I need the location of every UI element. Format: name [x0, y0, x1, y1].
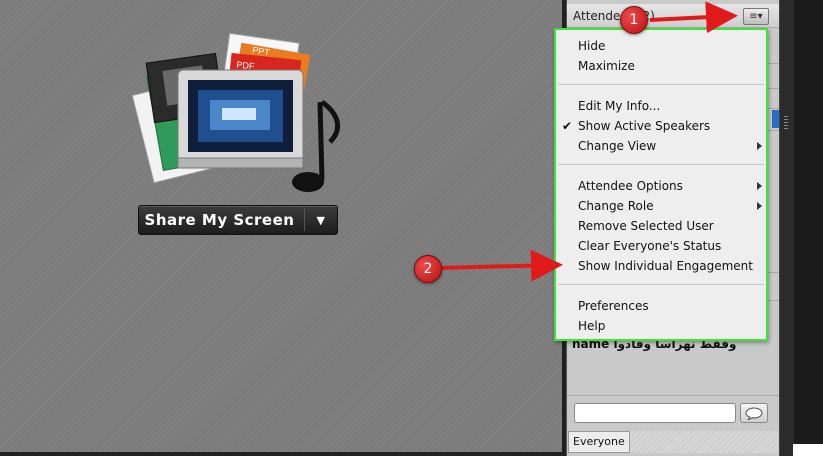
annotation-callout-2: 2	[414, 255, 442, 283]
scroll-edge	[779, 0, 794, 456]
right-edge-strip	[779, 0, 823, 456]
menu-item-change-view[interactable]: Change View	[578, 137, 656, 155]
submenu-arrow-icon	[757, 202, 762, 210]
chat-tab-bar	[630, 431, 778, 453]
menu-item-attendee-options[interactable]: Attendee Options	[578, 177, 683, 195]
menu-item-show-individual-engagement[interactable]: Show Individual Engagement	[578, 257, 753, 275]
checkmark-icon: ✔	[562, 119, 573, 133]
menu-item-change-role[interactable]: Change Role	[578, 197, 654, 215]
share-screen-illustration: PPT PDF	[131, 32, 340, 192]
menu-item-maximize[interactable]: Maximize	[578, 57, 635, 75]
chat-message-input[interactable]	[574, 403, 736, 423]
submenu-arrow-icon	[757, 142, 762, 150]
menu-item-edit-my-info[interactable]: Edit My Info...	[578, 97, 660, 115]
chat-recipient-tab-everyone[interactable]: Everyone	[568, 431, 630, 453]
menu-item-preferences[interactable]: Preferences	[578, 297, 649, 315]
monitor-icon	[177, 69, 304, 169]
stage-bottom-edge	[0, 452, 562, 456]
menu-item-help[interactable]: Help	[578, 317, 605, 335]
selected-row-indicator	[772, 110, 779, 128]
panel-options-menu-button[interactable]: ≡▾	[743, 8, 769, 25]
submenu-arrow-icon	[757, 182, 762, 190]
attendees-options-menu: Hide Maximize Edit My Info... ✔ Show Act…	[554, 28, 768, 341]
menu-separator	[558, 84, 764, 85]
resize-grip-icon[interactable]	[784, 116, 788, 130]
annotation-callout-1: 1	[620, 6, 648, 34]
speech-bubble-icon	[745, 407, 763, 420]
menu-item-clear-everyones-status[interactable]: Clear Everyone's Status	[578, 237, 721, 255]
menu-item-show-active-speakers[interactable]: Show Active Speakers	[578, 117, 710, 135]
menu-item-remove-selected-user[interactable]: Remove Selected User	[578, 217, 714, 235]
menu-separator	[558, 284, 764, 285]
share-dropdown-icon[interactable]: ▼	[305, 214, 337, 227]
share-my-screen-button[interactable]: Share My Screen ▼	[138, 205, 338, 235]
menu-separator	[558, 164, 764, 165]
corner-area	[793, 444, 823, 456]
share-button-label: Share My Screen	[144, 211, 295, 229]
menu-item-hide[interactable]: Hide	[578, 37, 605, 55]
chat-send-button[interactable]	[740, 403, 768, 423]
